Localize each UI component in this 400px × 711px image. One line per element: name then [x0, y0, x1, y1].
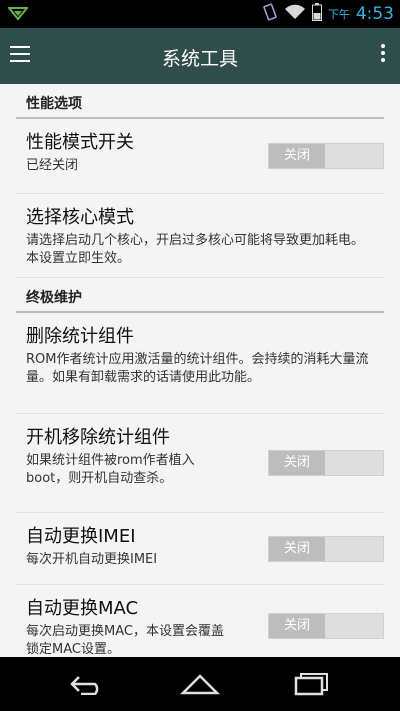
status-ampm: 下午: [327, 8, 350, 21]
pref-boot-remove-stats[interactable]: 开机移除统计组件 如果统计组件被rom作者植入boot，则开机自动查杀。 关闭: [16, 414, 384, 513]
battery-icon: [311, 3, 322, 25]
performance-mode-toggle[interactable]: 关闭: [268, 143, 384, 169]
back-icon[interactable]: [68, 671, 108, 697]
pref-core-mode[interactable]: 选择核心模式 请选择启动几个核心，开启过多核心可能将导致更加耗电。本设置立即生效…: [16, 194, 384, 278]
pref-title: 删除统计组件: [26, 326, 134, 347]
action-bar: 系统工具: [0, 28, 400, 84]
auto-mac-toggle[interactable]: 关闭: [268, 612, 384, 639]
pref-title: 开机移除统计组件: [26, 427, 170, 448]
vibrate-icon: [262, 3, 278, 25]
pref-remove-stats[interactable]: 删除统计组件 ROM作者统计应用激活量的统计组件。会持续的消耗大量流量。如果有卸…: [16, 313, 384, 414]
page-title: 系统工具: [161, 48, 238, 70]
pref-performance-mode[interactable]: 性能模式开关 已经关闭 关闭: [16, 119, 384, 194]
status-time: 4:53: [355, 4, 394, 24]
recents-icon[interactable]: [292, 671, 332, 697]
boot-remove-stats-toggle[interactable]: 关闭: [268, 450, 384, 476]
overflow-icon[interactable]: [380, 44, 386, 68]
navigation-bar: [0, 657, 400, 711]
status-bar: 下午 4:53: [0, 0, 400, 28]
pref-auto-imei[interactable]: 自动更换IMEI 每次开机自动更换IMEI 关闭: [16, 513, 384, 585]
notification-icon: [6, 6, 30, 25]
auto-imei-toggle[interactable]: 关闭: [268, 535, 384, 562]
pref-auto-mac[interactable]: 自动更换MAC 每次启动更换MAC，本设置会覆盖锁定MAC设置。 关闭: [16, 585, 384, 657]
wifi-icon: [284, 4, 306, 24]
home-icon[interactable]: [180, 671, 220, 697]
toggle-label: 关闭: [269, 144, 325, 168]
pref-summary: 请选择启动几个核心，开启过多核心可能将导致更加耗电。本设置立即生效。: [26, 233, 365, 266]
pref-summary: ROM作者统计应用激活量的统计组件。会持续的消耗大量流量。如果有卸载需求的话请使…: [26, 352, 369, 385]
toggle-label: 关闭: [269, 451, 325, 475]
section-header-performance: 性能选项: [0, 84, 400, 119]
section-header-maintenance: 终极维护: [0, 278, 400, 313]
settings-list[interactable]: 性能选项 性能模式开关 已经关闭 关闭 选择核心模式 请选择启动几个核心，开启过…: [0, 84, 400, 657]
toggle-label: 关闭: [269, 613, 325, 638]
pref-title: 选择核心模式: [26, 207, 134, 228]
toggle-label: 关闭: [269, 536, 325, 561]
